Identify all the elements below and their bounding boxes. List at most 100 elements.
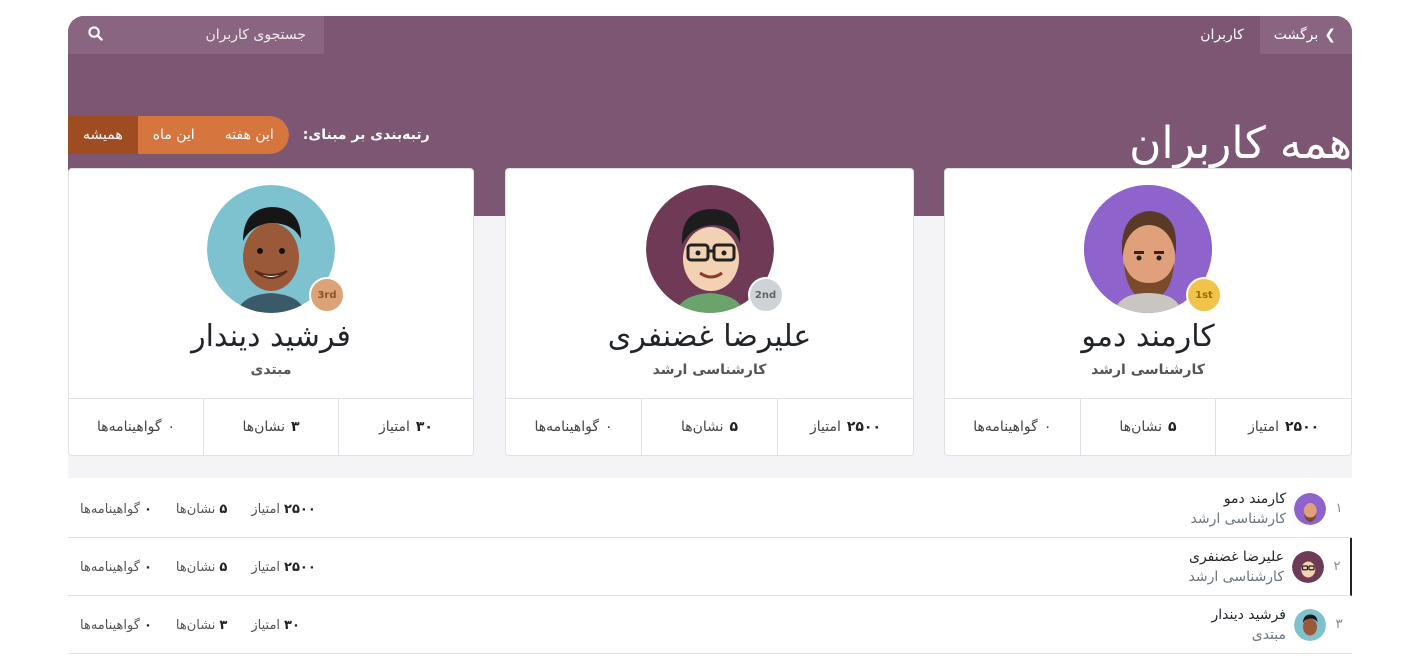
podium-card-second[interactable]: 2nd علیرضا غضنفری کارشناسی ارشد ۲۵۰۰ امتی… xyxy=(505,168,914,456)
avatar xyxy=(1294,492,1326,525)
points-stat: ۳۰ امتیاز xyxy=(338,399,473,455)
badges-label: نشان‌ها xyxy=(242,419,286,435)
row-certs: ۰گواهینامه‌ها xyxy=(80,618,152,633)
rank-option-all-time[interactable]: همیشه xyxy=(68,116,138,154)
points-label: امتیاز xyxy=(809,419,841,435)
user-rank: مبتدی xyxy=(250,362,292,378)
row-points: ۲۵۰۰امتیاز xyxy=(251,560,315,575)
row-points-label: امتیاز xyxy=(251,559,281,575)
row-badges: ۳نشان‌ها xyxy=(176,618,227,633)
badges-label: نشان‌ها xyxy=(680,419,724,435)
podium-card-first[interactable]: 1st کارمند دمو کارشناسی ارشد ۲۵۰۰ امتیاز … xyxy=(944,168,1352,456)
row-certs-value: ۰ xyxy=(143,617,152,633)
medal-third: 3rd xyxy=(309,277,345,313)
badges-value: ۵ xyxy=(1168,419,1177,435)
list-item[interactable]: ۱ کارمند دمو کارشناسی ارشد ۲۵۰۰امتیاز ۵ن… xyxy=(68,480,1352,538)
points-label: امتیاز xyxy=(379,419,410,435)
row-user-info: فرشید دیندار مبتدی xyxy=(1211,607,1286,643)
search-box[interactable] xyxy=(68,16,324,54)
list-item[interactable]: ۳ فرشید دیندار مبتدی ۳۰امتیاز ۳نشان‌ها ۰… xyxy=(68,596,1352,654)
rank-option-this-month[interactable]: این ماه xyxy=(137,116,210,154)
points-stat: ۲۵۰۰ امتیاز xyxy=(777,399,913,455)
badges-stat: ۵ نشان‌ها xyxy=(1079,399,1216,455)
badges-stat: ۵ نشان‌ها xyxy=(641,399,777,455)
podium-card-third[interactable]: 3rd فرشید دیندار مبتدی ۳۰ امتیاز ۳ نشان‌ها… xyxy=(68,168,474,456)
row-badges-value: ۵ xyxy=(219,501,228,517)
row-badges-label: نشان‌ها xyxy=(175,617,216,633)
medal-first: 1st xyxy=(1186,277,1222,313)
chevron-right-icon: ❯ xyxy=(1324,27,1336,43)
rank-option-this-week[interactable]: این هفته xyxy=(209,116,289,154)
row-certs-value: ۰ xyxy=(143,559,152,575)
user-stats: ۲۵۰۰ امتیاز ۵ نشان‌ها ۰ گواهینامه‌ها xyxy=(506,398,913,455)
certs-label: گواهینامه‌ها xyxy=(973,419,1038,435)
row-user-rank: کارشناسی ارشد xyxy=(1188,568,1285,585)
row-user-name[interactable]: فرشید دیندار xyxy=(1211,607,1286,623)
row-user-info: کارمند دمو کارشناسی ارشد xyxy=(1191,491,1287,527)
user-name: فرشید دیندار xyxy=(191,319,351,354)
search-icon[interactable] xyxy=(88,25,103,45)
row-points-label: امتیاز xyxy=(251,501,281,517)
row-user-rank: کارشناسی ارشد xyxy=(1190,510,1287,527)
row-stats: ۲۵۰۰امتیاز ۵نشان‌ها ۰گواهینامه‌ها xyxy=(80,480,316,538)
user-rank: کارشناسی ارشد xyxy=(1091,362,1205,378)
badges-stat: ۳ نشان‌ها xyxy=(203,399,338,455)
user-stats: ۲۵۰۰ امتیاز ۵ نشان‌ها ۰ گواهینامه‌ها xyxy=(945,398,1351,455)
row-certs-value: ۰ xyxy=(143,501,152,517)
row-user-rank: مبتدی xyxy=(1251,626,1286,643)
page-title: همه کاربران xyxy=(1129,118,1353,169)
row-certs: ۰گواهینامه‌ها xyxy=(80,560,152,575)
row-badges: ۵نشان‌ها xyxy=(176,502,227,517)
row-points: ۲۵۰۰امتیاز xyxy=(251,502,315,517)
ranking-label: رتبه‌بندی بر مبنای: xyxy=(302,127,430,143)
user-stats: ۳۰ امتیاز ۳ نشان‌ها ۰ گواهینامه‌ها xyxy=(69,398,473,455)
avatar xyxy=(1292,550,1324,583)
row-certs-label: گواهینامه‌ها xyxy=(80,501,140,517)
certs-value: ۰ xyxy=(167,419,176,435)
medal-second: 2nd xyxy=(747,277,784,313)
row-user-info: علیرضا غضنفری کارشناسی ارشد xyxy=(1189,549,1285,585)
certs-stat: ۰ گواهینامه‌ها xyxy=(69,399,203,455)
avatar xyxy=(1294,608,1326,641)
certs-stat: ۰ گواهینامه‌ها xyxy=(945,399,1080,455)
ranking-filter: رتبه‌بندی بر مبنای: این هفته این ماه همی… xyxy=(68,116,430,154)
points-value: ۲۵۰۰ xyxy=(846,419,882,435)
user-name: علیرضا غضنفری xyxy=(607,319,812,354)
row-rank-number: ۱ xyxy=(1335,501,1343,516)
row-points-value: ۲۵۰۰ xyxy=(284,501,316,517)
points-stat: ۲۵۰۰ امتیاز xyxy=(1215,399,1351,455)
top-bar: ❯ برگشت کاربران xyxy=(68,16,1352,54)
points-value: ۳۰ xyxy=(415,419,433,435)
certs-value: ۰ xyxy=(605,419,613,435)
points-label: امتیاز xyxy=(1248,419,1280,435)
certs-value: ۰ xyxy=(1043,419,1052,435)
row-points: ۳۰امتیاز xyxy=(251,618,300,633)
search-input[interactable] xyxy=(146,27,306,43)
row-stats: ۳۰امتیاز ۳نشان‌ها ۰گواهینامه‌ها xyxy=(80,596,300,654)
list-item[interactable]: ۲ علیرضا غضنفری کارشناسی ارشد ۲۵۰۰امتیاز… xyxy=(68,538,1352,596)
certs-stat: ۰ گواهینامه‌ها xyxy=(506,399,641,455)
row-badges: ۵نشان‌ها xyxy=(176,560,227,575)
user-name: کارمند دمو xyxy=(1081,319,1215,354)
certs-label: گواهینامه‌ها xyxy=(96,419,162,435)
breadcrumb[interactable]: کاربران xyxy=(1184,27,1259,43)
row-badges-value: ۳ xyxy=(219,617,228,633)
badges-value: ۵ xyxy=(729,419,739,435)
user-rank: کارشناسی ارشد xyxy=(652,362,767,378)
leaderboard-page: ❯ برگشت کاربران همه کاربران رتبه‌بندی بر… xyxy=(68,16,1353,670)
badges-value: ۳ xyxy=(291,419,300,435)
back-button[interactable]: ❯ برگشت xyxy=(1259,16,1352,54)
row-stats: ۲۵۰۰امتیاز ۵نشان‌ها ۰گواهینامه‌ها xyxy=(80,538,316,596)
points-value: ۲۵۰۰ xyxy=(1285,419,1320,435)
row-user-name[interactable]: کارمند دمو xyxy=(1191,491,1286,507)
row-badges-value: ۵ xyxy=(219,559,228,575)
row-badges-label: نشان‌ها xyxy=(175,501,216,517)
users-list: ۱ کارمند دمو کارشناسی ارشد ۲۵۰۰امتیاز ۵ن… xyxy=(68,480,1352,654)
row-points-label: امتیاز xyxy=(251,617,281,633)
row-user-name[interactable]: علیرضا غضنفری xyxy=(1189,549,1284,565)
back-label: برگشت xyxy=(1273,27,1319,43)
row-badges-label: نشان‌ها xyxy=(175,559,216,575)
row-rank-number: ۲ xyxy=(1333,559,1341,574)
row-points-value: ۳۰ xyxy=(284,617,300,633)
certs-label: گواهینامه‌ها xyxy=(534,419,600,435)
